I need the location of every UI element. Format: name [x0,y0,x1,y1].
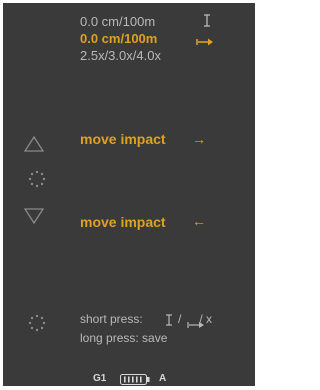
move-impact-down-label[interactable]: move impact [80,214,166,230]
right-arrow-icon: → [192,131,206,147]
double-arrow-icon-help [187,316,205,334]
down-triangle-icon[interactable] [24,208,44,224]
move-impact-up-label[interactable]: move impact [80,131,166,147]
profile-label: G1 [93,373,107,384]
dots-ring-icon-help [28,314,46,332]
grid-label: A [159,373,167,384]
device-screen: 0.0 cm/100m 0.0 cm/100m 2.5x/3.0x/4.0x m… [3,3,255,386]
battery-icon [120,372,150,390]
left-arrow-icon: ← [192,213,206,229]
setting-row-2-selected[interactable]: 0.0 cm/100m [80,31,157,46]
setting-row-1[interactable]: 0.0 cm/100m [80,14,155,29]
double-arrow-icon [196,34,214,46]
short-press-separator: / [178,312,182,326]
setting-row-3[interactable]: 2.5x/3.0x/4.0x [80,48,161,63]
ibeam-icon [202,14,212,27]
dots-ring-icon[interactable] [28,170,46,188]
long-press-help: long press: save [80,331,168,345]
ibeam-icon-help [165,313,173,331]
short-press-prefix: short press: [80,312,143,326]
up-triangle-icon[interactable] [24,136,44,152]
